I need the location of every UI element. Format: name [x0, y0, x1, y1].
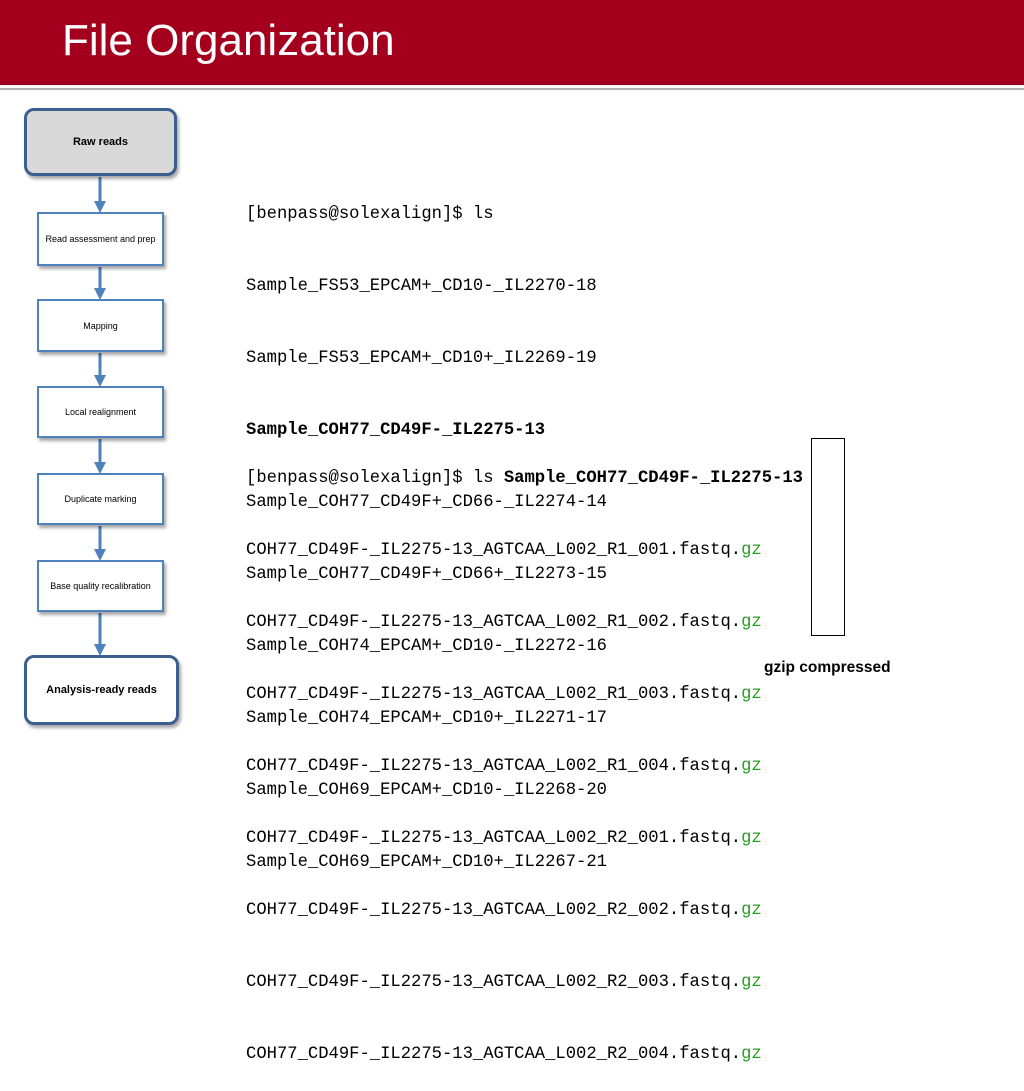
file-extension: gz: [741, 613, 762, 632]
file-entry: COH77_CD49F-_IL2275-13_AGTCAA_L002_R2_00…: [246, 1043, 803, 1067]
file-entry: COH77_CD49F-_IL2275-13_AGTCAA_L002_R1_00…: [246, 755, 803, 779]
flow-step-read-assessment: Read assessment and prep: [37, 212, 164, 266]
file-name: COH77_CD49F-_IL2275-13_AGTCAA_L002_R1_00…: [246, 613, 742, 632]
file-entry: COH77_CD49F-_IL2275-13_AGTCAA_L002_R2_00…: [246, 971, 803, 995]
command-argument: Sample_COH77_CD49F-_IL2275-13: [503, 469, 803, 488]
flow-step-raw-reads: Raw reads: [24, 108, 177, 176]
flow-step-local-realignment: Local realignment: [37, 386, 164, 438]
file-name: COH77_CD49F-_IL2275-13_AGTCAA_L002_R1_00…: [246, 541, 742, 560]
flow-step-mapping: Mapping: [37, 299, 164, 352]
file-extension: gz: [741, 757, 762, 776]
command-prefix: [benpass@solexalign]$ ls: [246, 469, 504, 488]
terminal-listing-2: [benpass@solexalign]$ ls Sample_COH77_CD…: [246, 419, 803, 1091]
file-entry: COH77_CD49F-_IL2275-13_AGTCAA_L002_R1_00…: [246, 683, 803, 707]
gz-extension-highlight-box: [811, 438, 845, 636]
file-extension: gz: [741, 973, 762, 992]
file-extension: gz: [741, 1045, 762, 1064]
file-name: COH77_CD49F-_IL2275-13_AGTCAA_L002_R1_00…: [246, 685, 742, 704]
file-extension: gz: [741, 541, 762, 560]
file-name: COH77_CD49F-_IL2275-13_AGTCAA_L002_R2_00…: [246, 1045, 742, 1064]
file-name: COH77_CD49F-_IL2275-13_AGTCAA_L002_R2_00…: [246, 973, 742, 992]
file-extension: gz: [741, 901, 762, 920]
gzip-compressed-label: gzip compressed: [764, 659, 891, 676]
terminal-command: [benpass@solexalign]$ ls: [246, 205, 494, 224]
file-extension: gz: [741, 829, 762, 848]
file-entry: COH77_CD49F-_IL2275-13_AGTCAA_L002_R2_00…: [246, 827, 803, 851]
flow-step-analysis-ready-reads: Analysis-ready reads: [24, 655, 179, 725]
file-name: COH77_CD49F-_IL2275-13_AGTCAA_L002_R1_00…: [246, 757, 742, 776]
file-name: COH77_CD49F-_IL2275-13_AGTCAA_L002_R2_00…: [246, 829, 742, 848]
file-entry: COH77_CD49F-_IL2275-13_AGTCAA_L002_R2_00…: [246, 899, 803, 923]
flow-step-duplicate-marking: Duplicate marking: [37, 473, 164, 525]
file-entry: COH77_CD49F-_IL2275-13_AGTCAA_L002_R1_00…: [246, 539, 803, 563]
directory-entry: Sample_FS53_EPCAM+_CD10-_IL2270-18: [246, 277, 597, 296]
terminal-command-2: [benpass@solexalign]$ ls Sample_COH77_CD…: [246, 467, 803, 491]
flow-step-base-quality-recalibration: Base quality recalibration: [37, 560, 164, 612]
file-name: COH77_CD49F-_IL2275-13_AGTCAA_L002_R2_00…: [246, 901, 742, 920]
file-extension: gz: [741, 685, 762, 704]
directory-entry: Sample_FS53_EPCAM+_CD10+_IL2269-19: [246, 349, 597, 368]
file-entry: COH77_CD49F-_IL2275-13_AGTCAA_L002_R1_00…: [246, 611, 803, 635]
